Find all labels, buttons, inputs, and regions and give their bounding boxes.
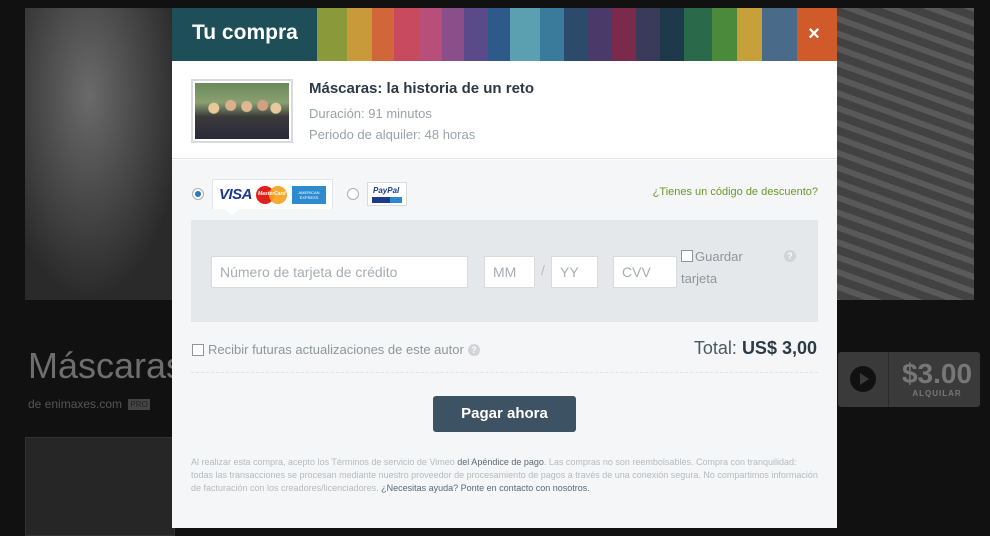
product-duration: Duración: 91 minutos: [309, 106, 432, 121]
card-details-box: Número de tarjeta de crédito MM / YY CVV…: [191, 220, 818, 322]
byline-text: de enimaxes.com: [28, 397, 123, 411]
card-radio[interactable]: [192, 188, 204, 200]
background-byline: de enimaxes.com PRO: [28, 397, 150, 411]
modal-header: Tu compra ×: [172, 8, 837, 61]
background-image-left: [25, 8, 185, 300]
paypal-radio[interactable]: [347, 188, 360, 200]
amex-logo: AMERICAN EXPRESS: [292, 185, 327, 204]
payment-section: VISA MasterCard AMERICAN EXPRESS PayPal …: [172, 160, 837, 528]
payment-addendum-link[interactable]: del Apéndice de pago: [457, 457, 544, 467]
save-card-option[interactable]: Guardar tarjeta: [681, 246, 761, 290]
total-label: Total:: [693, 338, 737, 358]
background-video-title: Máscaras: [28, 345, 185, 386]
updates-option[interactable]: Recibir futuras actualizaciones de este …: [192, 342, 480, 357]
save-card-label-1: Guardar: [695, 249, 743, 264]
card-method-tab[interactable]: VISA MasterCard AMERICAN EXPRESS: [212, 179, 334, 216]
total-value: US$ 3,00: [741, 338, 817, 358]
updates-label: Recibir futuras actualizaciones de este …: [208, 342, 464, 357]
purchase-modal: Tu compra × Máscaras: la historia de un …: [172, 8, 837, 528]
product-poster: [191, 79, 293, 143]
expiry-month-input[interactable]: MM: [484, 256, 535, 288]
divider: [191, 372, 818, 373]
rent-divider: [888, 352, 889, 407]
discount-code-link[interactable]: ¿Tienes un código de descuento?: [653, 186, 818, 198]
background-thumbnail: [25, 437, 175, 536]
product-title: Máscaras: la historia de un reto: [309, 80, 535, 97]
close-icon[interactable]: ×: [803, 23, 825, 45]
date-separator: /: [541, 262, 545, 278]
pay-now-button[interactable]: Pagar ahora: [433, 396, 576, 432]
order-total: Total: US$ 3,00: [694, 338, 817, 359]
rent-label: ALQUILAR: [912, 389, 962, 398]
background-rent-button: $3.00 ALQUILAR: [838, 352, 980, 407]
paypal-logo[interactable]: PayPal: [367, 182, 408, 206]
poster-image: [195, 83, 289, 139]
pro-badge: PRO: [128, 399, 150, 411]
mastercard-logo: MasterCard: [256, 185, 288, 204]
help-icon[interactable]: ?: [467, 343, 480, 356]
background-image-right: [824, 8, 974, 300]
legal-part-1: Al realizar esta compra, acepto los Térm…: [191, 457, 458, 467]
card-number-input[interactable]: Número de tarjeta de crédito: [211, 256, 468, 288]
product-summary: Máscaras: la historia de un reto Duració…: [172, 61, 837, 159]
product-rental-period: Periodo de alquiler: 48 horas: [309, 127, 476, 142]
expiry-year-input[interactable]: YY: [551, 256, 598, 288]
save-card-label-2: tarjeta: [681, 271, 718, 286]
help-icon[interactable]: ?: [784, 250, 796, 262]
help-contact-link[interactable]: ¿Necesitas ayuda? Ponte en contacto con …: [381, 483, 590, 493]
save-card-checkbox[interactable]: [681, 250, 693, 262]
modal-title: Tu compra: [192, 21, 298, 44]
legal-text: Al realizar esta compra, acepto los Térm…: [191, 456, 821, 495]
updates-checkbox[interactable]: [192, 343, 204, 356]
visa-logo: VISA: [219, 186, 253, 203]
rent-price: $3.00: [901, 358, 973, 389]
cvv-input[interactable]: CVV: [613, 256, 677, 288]
payment-methods: VISA MasterCard AMERICAN EXPRESS PayPal: [192, 178, 408, 216]
play-icon: [850, 366, 876, 392]
